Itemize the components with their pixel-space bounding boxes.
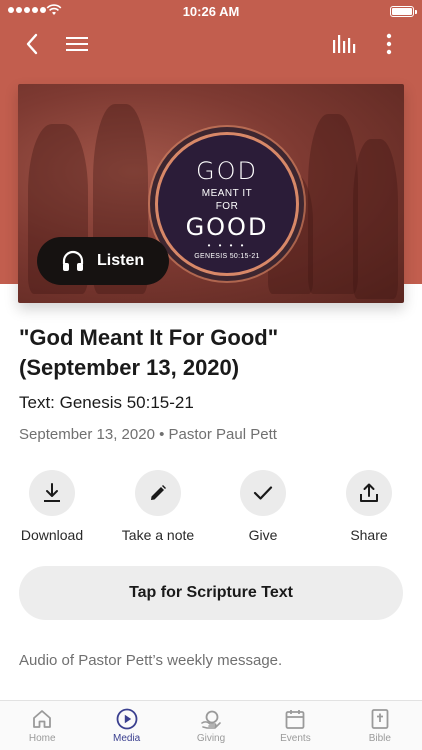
take-note-button[interactable]: Take a note (113, 470, 203, 543)
tab-media-label: Media (112, 733, 141, 744)
more-options-button[interactable] (375, 30, 403, 58)
home-icon (33, 710, 52, 728)
badge-title-god: GOD (196, 157, 258, 185)
calendar-icon (286, 710, 305, 729)
tab-giving[interactable]: Giving (169, 701, 253, 750)
listen-button[interactable]: Listen (37, 237, 169, 285)
share-button[interactable]: Share (324, 470, 414, 543)
download-button[interactable]: Download (7, 470, 97, 543)
back-button[interactable] (18, 30, 46, 58)
chevron-left-icon (26, 33, 38, 55)
tab-events[interactable]: Events (253, 701, 337, 750)
sermon-title: "God Meant It For Good" (September 13, 2… (19, 325, 279, 380)
badge-title-meant-it: MEANT IT (201, 188, 253, 199)
badge-title-good: GOOD (185, 213, 269, 241)
give-button[interactable]: Give (218, 470, 308, 543)
download-label: Download (20, 527, 84, 543)
status-time: 10:26 AM (182, 4, 240, 19)
headphones-icon (62, 250, 84, 271)
scripture-reference: Text: Genesis 50:15-21 (19, 393, 194, 412)
audio-button[interactable] (330, 30, 358, 58)
play-circle-icon (116, 708, 138, 730)
equalizer-icon (333, 35, 356, 53)
bottom-tab-bar: Home Media Giving Events Bible (0, 700, 422, 750)
tab-home[interactable]: Home (0, 701, 84, 750)
tab-home-label: Home (28, 733, 56, 744)
tab-bible-label: Bible (368, 733, 391, 744)
scripture-text-button-label: Tap for Scripture Text (129, 584, 293, 601)
tab-bible[interactable]: Bible (338, 701, 422, 750)
more-vertical-icon (386, 33, 392, 55)
tab-giving-label: Giving (196, 733, 226, 744)
sermon-description: Audio of Pastor Pett’s weekly message. (19, 652, 283, 669)
sermon-meta: September 13, 2020 • Pastor Paul Pett (19, 426, 277, 443)
listen-label: Listen (97, 252, 145, 269)
give-label: Give (248, 527, 278, 543)
hamburger-icon (66, 37, 88, 51)
tab-media[interactable]: Media (84, 701, 168, 750)
badge-reference: GENESIS 50:15-21 (194, 253, 260, 260)
tab-events-label: Events (280, 733, 311, 744)
download-icon (44, 483, 60, 502)
sermon-title-badge: GOD MEANT IT FOR GOOD • • • • GENESIS 50… (155, 132, 299, 276)
bible-icon (371, 709, 389, 729)
badge-title-for: FOR (215, 201, 239, 212)
giving-icon (201, 710, 221, 729)
status-bar: 10:26 AM (0, 0, 422, 22)
share-label: Share (350, 527, 388, 543)
checkmark-icon (253, 486, 273, 500)
badge-dots: • • • • (207, 241, 247, 250)
pencil-icon (151, 485, 166, 500)
scripture-text-button[interactable]: Tap for Scripture Text (19, 566, 403, 620)
take-note-label: Take a note (121, 527, 195, 543)
battery-icon (390, 6, 417, 17)
share-icon (360, 483, 378, 502)
menu-button[interactable] (63, 30, 91, 58)
